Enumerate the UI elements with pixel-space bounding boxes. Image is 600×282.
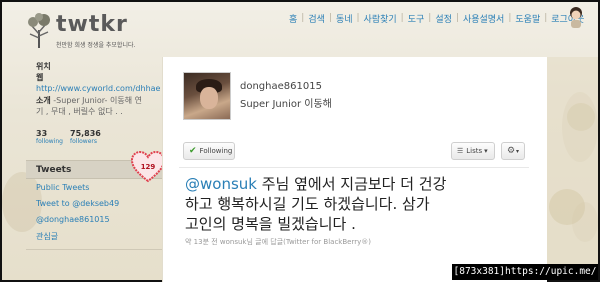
tweet-count-badge: 129 (140, 163, 156, 171)
tweet-line-2: 하고 행복하시길 기도 하겠습니다. 삼가 (185, 195, 430, 213)
chevron-down-icon: ▾ (484, 147, 488, 155)
nav-manual[interactable]: 사용설명서 (459, 12, 508, 25)
watermark: [873x381]https://upic.me/ (452, 264, 598, 280)
logo-tagline: 천만함 희생 정생을 추모합니다. (56, 42, 136, 49)
tweet-line-1-text: 주님 옆에서 지금보다 더 건강 (256, 175, 447, 193)
bio-label: 소개 (36, 96, 51, 105)
following-stat[interactable]: 33 following (36, 129, 63, 145)
tweet-mention-link[interactable]: @wonsuk (185, 175, 257, 193)
bio-line-1: 소개 -Super Junior- 이동해 연 (36, 95, 142, 106)
mascot-avatar (570, 7, 582, 28)
followers-label: followers (70, 138, 97, 145)
profile-username: donghae861015 (240, 81, 322, 92)
tweets-label: Tweets (36, 165, 72, 175)
tweet-to-link[interactable]: Tweet to @dekseb49 (36, 199, 119, 208)
tree-icon (28, 13, 50, 48)
following-button-label: Following (199, 147, 233, 155)
main-content: donghae861015 Super Junior 이동해 ✔ Followi… (162, 57, 547, 282)
bio-line-2: 기 , 무대 , 버릴수 없다 . . (36, 107, 123, 116)
following-button[interactable]: ✔ Following (183, 142, 235, 160)
chevron-down-icon: ▾ (516, 147, 520, 155)
tweet-meta: 약 13분 전 wonsuk님 글에 답글(Twitter for BlackB… (185, 238, 371, 246)
web-label: 웹 (36, 73, 44, 82)
mention-link[interactable]: @donghae861015 (36, 215, 110, 224)
favorites-link[interactable]: 관심글 (36, 231, 58, 242)
decorative-sidebar (547, 57, 598, 280)
web-link[interactable]: http://www.cyworld.com/dhhae (36, 84, 160, 93)
nav-tools[interactable]: 도구 (404, 12, 429, 25)
nav-home[interactable]: 홈 (285, 12, 301, 25)
logo-text: twtkr (56, 12, 128, 37)
nav-settings[interactable]: 설정 (431, 12, 456, 25)
site-logo[interactable]: twtkr 천만함 희생 정생을 추모합니다. (22, 10, 172, 54)
followers-stat[interactable]: 75,836 followers (70, 129, 101, 145)
bio-text: -Super Junior- 이동해 연 (53, 96, 142, 105)
public-tweets-link[interactable]: Public Tweets (36, 183, 89, 192)
check-icon: ✔ (189, 146, 197, 156)
tweet-body: @wonsuk 주님 옆에서 지금보다 더 건강 하고 행복하시길 기도 하겠습… (185, 174, 485, 234)
list-icon: ☰ (457, 147, 464, 155)
following-count: 33 (36, 129, 48, 138)
profile-action-bar: ✔ Following ☰ Lists ▾ ⚙ ▾ (179, 141, 529, 161)
lists-button-label: Lists (466, 147, 483, 155)
followers-count: 75,836 (70, 129, 101, 138)
lists-button[interactable]: ☰ Lists ▾ (451, 142, 495, 160)
tweet-line-1: @wonsuk 주님 옆에서 지금보다 더 건강 (185, 174, 485, 194)
profile-avatar[interactable] (183, 72, 231, 120)
divider (179, 167, 529, 168)
gear-icon: ⚙ (506, 146, 516, 156)
nav-find-people[interactable]: 사람찾기 (360, 12, 401, 25)
location-label: 위치 (36, 62, 51, 71)
tweet-line-3: 고인의 명복을 빌겠습니다 . (185, 215, 356, 233)
profile-realname: Super Junior 이동해 (240, 99, 332, 110)
nav-help[interactable]: 도움말 (511, 12, 544, 25)
nav-search[interactable]: 검색 (304, 12, 329, 25)
top-navigation: 홈 | 검색 | 동네 | 사람찾기 | 도구 | 설정 | 사용설명서 | 도움말 | 로그아… (285, 10, 588, 26)
nav-neighborhood[interactable]: 동네 (332, 12, 357, 25)
settings-menu-button[interactable]: ⚙ ▾ (501, 142, 525, 160)
following-label: following (36, 138, 63, 145)
